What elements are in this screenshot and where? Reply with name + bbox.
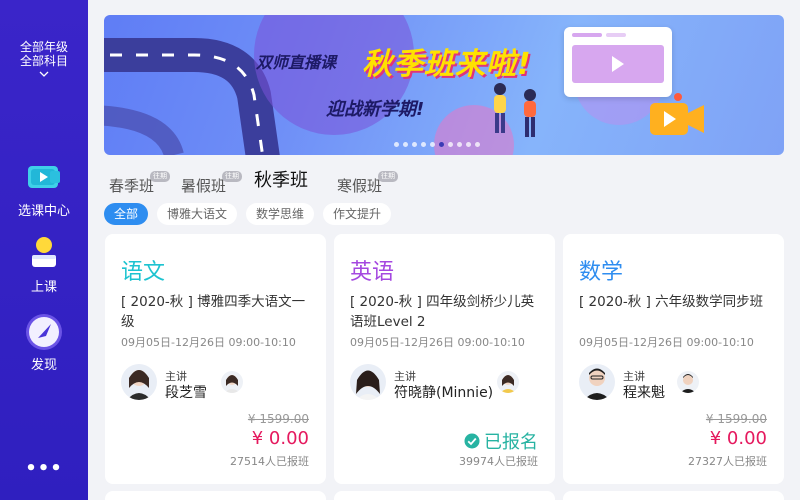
- compass-icon: [26, 314, 62, 350]
- original-price: ¥ 1599.00: [247, 412, 309, 426]
- grade-subject-selector[interactable]: 全部年级 全部科目: [0, 40, 88, 78]
- promo-banner[interactable]: 双师直播课 秋季班来啦! 迎战新学期!: [104, 15, 784, 155]
- sidebar-item-discover[interactable]: 发现: [0, 312, 88, 373]
- chip-all[interactable]: 全部: [104, 203, 149, 225]
- tab-label: 寒假班: [337, 177, 383, 195]
- teacher-name: 段芝雪: [165, 385, 207, 401]
- carousel-dot[interactable]: [439, 142, 444, 147]
- course-card[interactable]: 语文 [ 2020-秋 ] 博雅四季大语文一级 09月05日-12月26日 09…: [105, 234, 326, 484]
- course-card[interactable]: [334, 491, 555, 500]
- teacher-info: 主讲 段芝雪: [121, 364, 321, 404]
- sidebar-item-class[interactable]: 上课: [0, 234, 88, 295]
- teacher-name: 符晓静(Minnie): [394, 385, 494, 401]
- past-tag: 往期: [378, 171, 399, 182]
- subject-label: 语文: [121, 260, 166, 285]
- sidebar-item-label: 发现: [30, 358, 57, 373]
- sidebar-item-course-center[interactable]: 选课中心: [0, 158, 88, 219]
- course-title: [ 2020-秋 ] 六年级数学同步班: [579, 294, 764, 310]
- course-schedule: 09月05日-12月26日 09:00-10:10: [121, 336, 296, 349]
- tab-autumn[interactable]: 秋季班: [254, 166, 308, 192]
- subject-label: 全部科目: [19, 54, 68, 68]
- filter-chips: 全部 博雅大语文 数学思维 作文提升: [104, 203, 392, 225]
- past-tag: 往期: [150, 171, 171, 182]
- enrollment-count: 27327人已报班: [688, 455, 767, 468]
- carousel-dot[interactable]: [412, 142, 417, 147]
- current-price: ¥ 0.00: [709, 428, 767, 449]
- tab-summer[interactable]: 暑假班 往期: [181, 171, 243, 196]
- enrolled-label: 已报名: [484, 432, 538, 453]
- enrollment-count: 27514人已报班: [230, 455, 309, 468]
- course-schedule: 09月05日-12月26日 09:00-10:10: [579, 336, 754, 349]
- sidebar: 全部年级 全部科目 选课中心 上课 发现 •••: [0, 0, 88, 500]
- more-icon[interactable]: •••: [0, 458, 88, 479]
- banner-subline: 迎战新学期!: [326, 99, 425, 120]
- avatar: [677, 371, 699, 393]
- carousel-dot[interactable]: [457, 142, 462, 147]
- carousel-dot[interactable]: [475, 142, 480, 147]
- past-tag: 往期: [222, 171, 243, 182]
- teacher-name: 程来魁: [623, 385, 665, 401]
- tab-label: 暑假班: [181, 177, 227, 195]
- course-card[interactable]: 数学 [ 2020-秋 ] 六年级数学同步班 09月05日-12月26日 09:…: [563, 234, 784, 484]
- avatar: [121, 364, 157, 400]
- video-camera-icon: [650, 93, 704, 135]
- students-illustration: [494, 83, 536, 137]
- video-screen-illustration: [564, 27, 672, 97]
- chevron-down-icon: [39, 71, 49, 77]
- carousel-indicators[interactable]: [394, 142, 480, 147]
- carousel-dot[interactable]: [394, 142, 399, 147]
- course-schedule: 09月05日-12月26日 09:00-10:10: [350, 336, 525, 349]
- chip-math-thinking[interactable]: 数学思维: [246, 203, 315, 225]
- tab-spring[interactable]: 春季班 往期: [109, 171, 171, 196]
- check-circle-icon: [464, 433, 480, 449]
- enrolled-status: 已报名: [464, 428, 538, 454]
- tab-label: 秋季班: [254, 170, 308, 191]
- original-price: ¥ 1599.00: [705, 412, 767, 426]
- person-class-icon: [32, 237, 56, 267]
- carousel-dot[interactable]: [448, 142, 453, 147]
- course-card[interactable]: 英语 [ 2020-秋 ] 四年级剑桥少儿英语班Level 2 09月05日-1…: [334, 234, 555, 484]
- carousel-dot[interactable]: [421, 142, 426, 147]
- avatar: [497, 371, 519, 393]
- sidebar-item-label: 选课中心: [17, 204, 70, 219]
- avatar: [221, 371, 243, 393]
- course-title: [ 2020-秋 ] 四年级剑桥少儿英语班Level 2: [350, 294, 535, 330]
- carousel-dot[interactable]: [466, 142, 471, 147]
- teacher-info: 主讲 程来魁: [579, 364, 779, 404]
- subject-label: 英语: [350, 260, 395, 285]
- course-card[interactable]: [563, 491, 784, 500]
- tab-winter[interactable]: 寒假班 往期: [337, 171, 399, 196]
- carousel-dot[interactable]: [403, 142, 408, 147]
- course-title: [ 2020-秋 ] 博雅四季大语文一级: [121, 294, 306, 330]
- grade-label: 全部年级: [19, 40, 68, 54]
- chip-writing[interactable]: 作文提升: [323, 203, 392, 225]
- course-card[interactable]: [105, 491, 326, 500]
- tab-label: 春季班: [109, 177, 155, 195]
- avatar: [579, 364, 615, 400]
- teacher-info: 主讲 符晓静(Minnie): [350, 364, 550, 404]
- subject-label: 数学: [579, 260, 624, 285]
- carousel-dot[interactable]: [430, 142, 435, 147]
- sidebar-item-label: 上课: [30, 280, 57, 295]
- video-course-icon: [28, 166, 60, 188]
- banner-tag: 双师直播课: [256, 53, 337, 72]
- avatar: [350, 364, 386, 400]
- chip-boya-chinese[interactable]: 博雅大语文: [157, 203, 238, 225]
- enrollment-count: 39974人已报班: [459, 455, 538, 468]
- current-price: ¥ 0.00: [251, 428, 309, 449]
